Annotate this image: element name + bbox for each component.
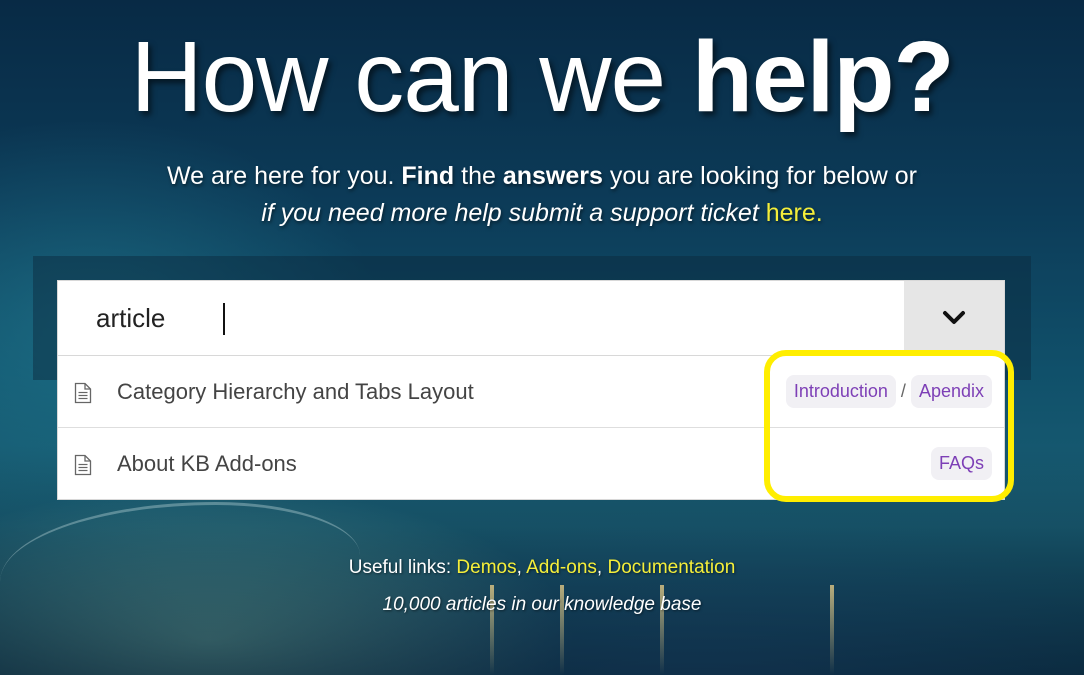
search-box [57,280,1005,356]
add-ons-link[interactable]: Add-ons [526,557,597,578]
chevron-down-icon [943,311,965,324]
tags-highlight-box [764,350,1014,502]
document-icon [74,454,92,476]
subtitle-line-2: if you need more help submit a support t… [261,199,823,227]
page-title: How can we help? [0,22,1084,132]
documentation-link[interactable]: Documentation [607,557,735,578]
support-ticket-link[interactable]: here. [766,199,823,227]
subtitle-line-1: We are here for you. Find the answers yo… [167,162,917,190]
result-title[interactable]: About KB Add-ons [117,451,297,477]
page-subtitle: We are here for you. Find the answers yo… [0,158,1084,232]
document-icon [74,382,92,404]
title-bold: help? [691,21,955,133]
useful-links: Useful links: Demos, Add-ons, Documentat… [348,557,736,578]
result-title[interactable]: Category Hierarchy and Tabs Layout [117,379,474,405]
title-regular: How can we [130,21,692,133]
article-count: 10,000 articles in our knowledge base [382,594,702,615]
search-input[interactable] [58,281,904,355]
text-caret [223,303,225,335]
category-dropdown-button[interactable] [904,281,1004,355]
demos-link[interactable]: Demos [456,557,516,578]
